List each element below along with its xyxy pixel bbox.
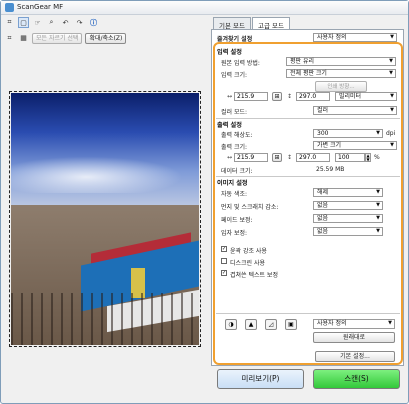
tone-curve-icon[interactable]: ◿ bbox=[265, 319, 277, 330]
preview-button[interactable]: 미리보기(P) bbox=[217, 369, 304, 389]
grain-label: 입자 보정: bbox=[221, 230, 248, 237]
crop-icon[interactable]: ⌗ bbox=[4, 17, 15, 28]
app-icon bbox=[5, 3, 14, 12]
data-size-value: 25.59 MB bbox=[316, 166, 345, 173]
input-height-field[interactable]: 297.0 bbox=[296, 92, 330, 101]
scale-unit: % bbox=[374, 154, 380, 161]
tab-basic-mode[interactable]: 기본 모드 bbox=[213, 17, 251, 30]
window-title: ScanGear MF bbox=[17, 3, 64, 11]
select-all-icon[interactable]: ▦ bbox=[18, 33, 29, 44]
divider bbox=[216, 313, 400, 314]
input-settings-title: 입력 설정 bbox=[217, 49, 242, 56]
width-icon: ↔ bbox=[227, 93, 233, 100]
histogram-icon[interactable]: ▲ bbox=[245, 319, 257, 330]
dust-label: 먼지 및 스크래치 감소: bbox=[221, 204, 279, 211]
crop-frame[interactable] bbox=[9, 91, 201, 347]
height-icon: ↕ bbox=[287, 93, 293, 100]
resolution-unit: dpi bbox=[386, 130, 396, 137]
title-bar: ScanGear MF bbox=[1, 1, 408, 15]
threshold-icon[interactable]: ▣ bbox=[285, 319, 297, 330]
rotate-right-icon[interactable]: ↷ bbox=[74, 17, 85, 28]
input-width-field[interactable]: 215.9 bbox=[234, 92, 268, 101]
color-mode-select[interactable]: 컬러 ▼ bbox=[313, 106, 397, 115]
adjust-preset-select[interactable]: 사용자 정의 ▼ bbox=[313, 319, 395, 329]
unit-select[interactable]: 밀리미터 ▼ bbox=[335, 92, 397, 101]
preferences-button[interactable]: 기본 설정... bbox=[315, 351, 395, 362]
select-frame-icon[interactable]: ▢ bbox=[18, 17, 29, 28]
favorites-select[interactable]: 사용자 정의 ▼ bbox=[313, 33, 397, 42]
input-size-label: 입력 크기: bbox=[221, 72, 248, 79]
divider bbox=[216, 176, 400, 177]
auto-crop-button[interactable]: 모든 자르기 선택 bbox=[32, 32, 83, 44]
output-width-icon: ↔ bbox=[227, 154, 233, 161]
zoom-button[interactable]: 확대/축소(Z) bbox=[85, 32, 127, 44]
input-method-select[interactable]: 평판 유리 ▼ bbox=[286, 57, 396, 66]
auto-tone-select[interactable]: 해제 ▼ bbox=[313, 188, 383, 197]
grain-select[interactable]: 없음 ▼ bbox=[313, 227, 383, 236]
zoom-icon[interactable]: ⌕ bbox=[46, 17, 57, 28]
brightness-icon[interactable]: ◑ bbox=[225, 319, 237, 330]
toolbar-top: ⌗ ▢ ☞ ⌕ ↶ ↷ ⓘ bbox=[4, 17, 99, 29]
resolution-label: 출력 해상도: bbox=[221, 132, 253, 139]
output-size-select[interactable]: 가변 크기 ▼ bbox=[313, 141, 397, 150]
descreen-label: 디스크린 사용 bbox=[230, 260, 266, 267]
scale-field[interactable]: 100 bbox=[335, 153, 365, 162]
text-enhance-label: 겹쳐쓴 텍스트 보정 bbox=[230, 272, 278, 279]
scan-button[interactable]: 스캔(S) bbox=[313, 369, 400, 389]
hand-icon[interactable]: ☞ bbox=[32, 17, 43, 28]
output-height-field[interactable]: 297.0 bbox=[296, 153, 330, 162]
text-enhance-checkbox[interactable]: ✓ bbox=[221, 270, 227, 276]
auto-tone-label: 자동 색조: bbox=[221, 191, 248, 198]
input-method-label: 원본 입력 방법: bbox=[221, 60, 260, 67]
fade-label: 페이드 보정: bbox=[221, 217, 253, 224]
lock-aspect-icon[interactable]: ⊞ bbox=[272, 92, 282, 101]
aspect-ratio-button[interactable]: 인쇄 방향... bbox=[315, 81, 367, 92]
output-settings-title: 출력 설정 bbox=[217, 122, 242, 129]
reset-button[interactable]: 원래대로 bbox=[313, 332, 395, 343]
fade-select[interactable]: 없음 ▼ bbox=[313, 214, 383, 223]
output-lock-icon[interactable]: ⊞ bbox=[272, 153, 282, 162]
unsharp-label: 윤곽 강조 사용 bbox=[230, 248, 267, 255]
scale-spinner[interactable]: ▲ ▼ bbox=[365, 153, 371, 162]
input-size-select[interactable]: 전체 평판 크기 ▼ bbox=[286, 69, 396, 78]
descreen-checkbox[interactable] bbox=[221, 258, 227, 264]
clear-crop-icon[interactable]: ⌗ bbox=[4, 33, 15, 44]
unsharp-checkbox[interactable]: ✓ bbox=[221, 246, 227, 252]
info-icon[interactable]: ⓘ bbox=[88, 17, 99, 28]
output-height-icon: ↕ bbox=[287, 154, 293, 161]
image-settings-title: 이미지 설정 bbox=[217, 180, 248, 187]
divider bbox=[216, 118, 400, 119]
color-mode-label: 컬러 모드: bbox=[221, 109, 248, 116]
data-size-label: 데이터 크기: bbox=[221, 168, 253, 175]
output-width-field[interactable]: 215.9 bbox=[234, 153, 268, 162]
rotate-left-icon[interactable]: ↶ bbox=[60, 17, 71, 28]
dust-select[interactable]: 없음 ▼ bbox=[313, 201, 383, 210]
toolbar-bottom: ⌗ ▦ 모든 자르기 선택 확대/축소(Z) bbox=[4, 32, 127, 44]
scangear-window: ScanGear MF ⌗ ▢ ☞ ⌕ ↶ ↷ ⓘ ⌗ ▦ 모든 자르기 선택 … bbox=[0, 0, 409, 404]
resolution-select[interactable]: 300 ▼ bbox=[313, 129, 383, 138]
output-size-label: 출력 크기: bbox=[221, 144, 248, 151]
